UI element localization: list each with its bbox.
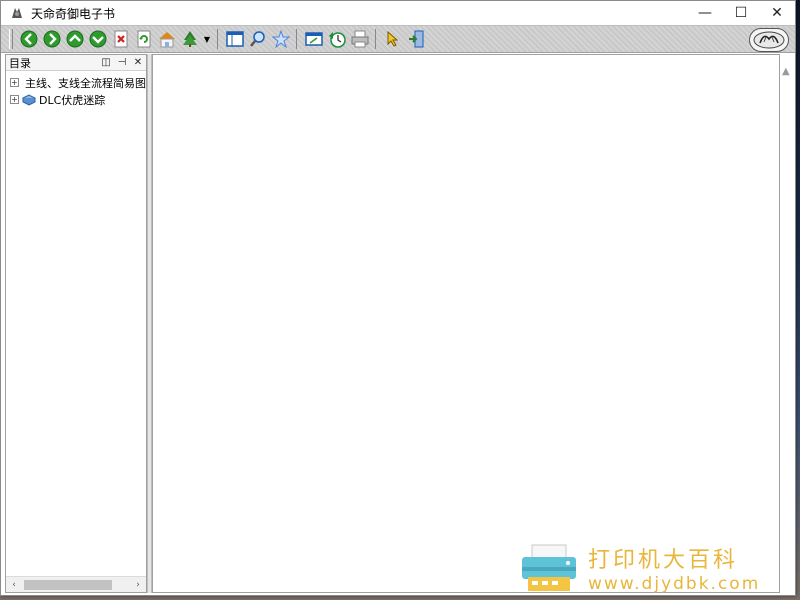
toolbar: ▼ (1, 25, 795, 53)
bookmark-dropdown[interactable]: ▼ (201, 27, 213, 51)
pointer-icon (387, 30, 398, 47)
contents-pane: 目录 ◫ ⊣ ✕ + 主线、支线全流程简易图 + DLC伏虎迷踪 ‹ › (5, 54, 147, 593)
watermark-url: www.djydbk.com (588, 574, 761, 594)
contents-icon (225, 31, 244, 47)
maximize-button[interactable]: ☐ (723, 1, 759, 25)
home-icon (158, 32, 175, 48)
chevron-down-icon: ▼ (203, 34, 211, 44)
tree-item-dlc[interactable]: + DLC伏虎迷踪 (6, 91, 146, 108)
print-button[interactable] (348, 27, 371, 51)
refresh-icon (137, 30, 150, 48)
tree-expander[interactable]: + (10, 78, 19, 87)
stop-icon (114, 30, 127, 48)
pane-close-button[interactable]: ✕ (130, 57, 146, 68)
tree-item-label: DLC伏虎迷踪 (39, 93, 106, 107)
close-button[interactable]: ✕ (759, 1, 795, 25)
contents-tree: + 主线、支线全流程简易图 + DLC伏虎迷踪 (6, 71, 146, 108)
app-icon (9, 5, 25, 21)
window-icon (304, 32, 323, 46)
book-icon (22, 93, 36, 106)
scroll-up-arrow[interactable]: ▲ (782, 66, 790, 77)
tree-expander[interactable]: + (10, 95, 19, 104)
content-vertical-scrollbar[interactable]: ▲ (780, 54, 795, 593)
down-button[interactable] (86, 27, 109, 51)
search-button[interactable] (246, 27, 269, 51)
contents-pane-header: 目录 ◫ ⊣ ✕ (6, 55, 146, 71)
tree-item-label: 主线、支线全流程简易图 (25, 76, 146, 90)
pointer-button[interactable] (381, 27, 404, 51)
exit-icon (408, 30, 423, 48)
scroll-thumb[interactable] (24, 579, 112, 590)
arrow-left-icon (20, 30, 37, 48)
site-watermark: 打印机大百科 www.djydbk.com (518, 540, 798, 596)
print-icon (351, 30, 368, 48)
minimize-button[interactable]: — (687, 1, 723, 25)
refresh-button[interactable] (132, 27, 155, 51)
back-button[interactable] (17, 27, 40, 51)
watermark-title: 打印机大百科 (588, 548, 739, 573)
history-icon (328, 32, 346, 48)
exit-button[interactable] (404, 27, 427, 51)
contents-pane-title: 目录 (9, 56, 31, 70)
app-logo (749, 28, 789, 52)
fullscreen-button[interactable] (302, 27, 325, 51)
scroll-right-arrow[interactable]: › (130, 580, 146, 590)
scroll-left-arrow[interactable]: ‹ (6, 580, 22, 590)
pane-pin-button[interactable]: ⊣ (114, 57, 130, 68)
tree-icon (182, 31, 197, 47)
arrow-right-icon (43, 30, 60, 48)
content-viewer[interactable] (152, 54, 780, 593)
window-title: 天命奇御电子书 (31, 6, 116, 21)
contents-horizontal-scrollbar[interactable]: ‹ › (6, 576, 146, 592)
favorites-button[interactable] (269, 27, 292, 51)
arrow-up-icon (66, 30, 83, 48)
app-window: 天命奇御电子书 — ☐ ✕ ▼ 目录 ◫ ⊣ ✕ + 主线、支线全流程简易图 +… (0, 0, 796, 596)
forward-button[interactable] (40, 27, 63, 51)
printer-logo-icon (522, 544, 576, 591)
logo-emblem-icon (753, 31, 785, 49)
pane-dock-button[interactable]: ◫ (98, 57, 114, 68)
scroll-track[interactable] (22, 579, 130, 591)
search-icon (249, 31, 265, 47)
star-icon (271, 30, 290, 48)
bookmark-button[interactable] (178, 27, 201, 51)
stop-button[interactable] (109, 27, 132, 51)
toolbar-grip[interactable] (9, 29, 13, 49)
home-button[interactable] (155, 27, 178, 51)
contents-button[interactable] (223, 27, 246, 51)
title-bar[interactable]: 天命奇御电子书 — ☐ ✕ (1, 1, 795, 25)
watermark-texts: 打印机大百科 www.djydbk.com (588, 542, 760, 594)
tree-item-main-quest[interactable]: + 主线、支线全流程简易图 (6, 74, 146, 91)
history-button[interactable] (325, 27, 348, 51)
arrow-down-icon (89, 30, 106, 48)
up-button[interactable] (63, 27, 86, 51)
